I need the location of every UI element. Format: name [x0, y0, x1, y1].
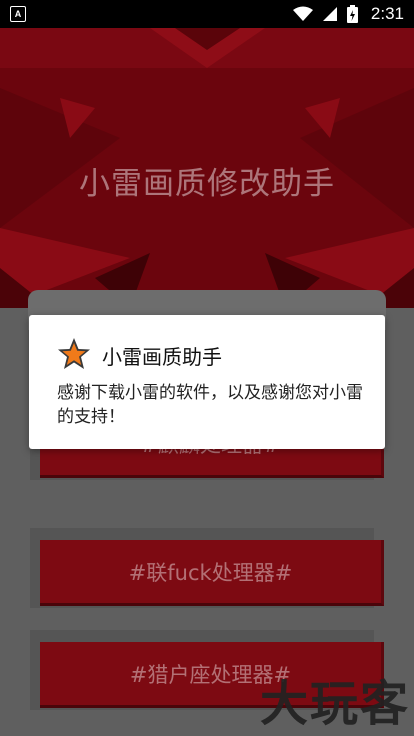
watermark-logo: 大玩客: [259, 676, 410, 732]
star-icon: [58, 338, 90, 369]
status-time: 2:31: [370, 4, 404, 23]
app-notification-letter: A: [14, 9, 22, 19]
mediatek-processor-label: #联fuck处理器#: [40, 540, 384, 606]
battery-charging-icon: [346, 5, 358, 23]
app-notification-icon: A: [10, 6, 26, 22]
status-icons: 2:31: [292, 0, 404, 28]
header-banner: 小雷画质修改助手: [0, 28, 414, 308]
dialog-message: 感谢下载小雷的软件，以及感谢您对小雷的支持！: [57, 383, 363, 427]
dialog-title: 小雷画质助手: [102, 345, 222, 369]
mediatek-processor-button[interactable]: #联fuck处理器#: [30, 528, 385, 608]
status-bar: A 2:31: [0, 0, 414, 28]
app-title: 小雷画质修改助手: [79, 166, 335, 202]
wifi-icon: [292, 6, 313, 21]
welcome-dialog: 小雷画质助手 感谢下载小雷的软件，以及感谢您对小雷的支持！: [29, 315, 385, 449]
signal-icon: [322, 7, 337, 21]
